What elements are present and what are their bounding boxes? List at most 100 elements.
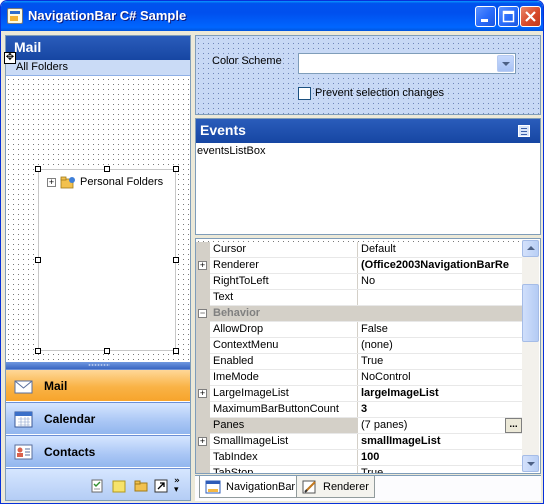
calendar-icon — [14, 411, 33, 427]
property-value[interactable]: largeImageList — [358, 386, 522, 401]
property-name: ContextMenu — [210, 338, 358, 353]
property-value[interactable]: smallImageList — [358, 434, 522, 449]
shortcut-icon[interactable] — [154, 479, 168, 493]
row-gutter — [196, 402, 210, 418]
expand-icon[interactable]: + — [198, 261, 207, 270]
property-row[interactable]: RightToLeft No — [196, 274, 522, 290]
close-button[interactable] — [520, 6, 541, 27]
property-value[interactable]: (Office2003NavigationBarRe — [358, 258, 522, 273]
expand-icon[interactable]: + — [47, 177, 56, 187]
row-gutter — [196, 242, 210, 258]
scroll-up-button[interactable] — [522, 240, 539, 257]
property-value[interactable]: False — [358, 322, 522, 337]
window-title: NavigationBar C# Sample — [28, 8, 187, 23]
contacts-icon — [14, 444, 33, 459]
property-value[interactable]: NoControl — [358, 370, 522, 385]
property-value[interactable]: (7 panes) — [358, 418, 522, 433]
property-value[interactable]: No — [358, 274, 522, 289]
property-value[interactable]: True — [358, 354, 522, 369]
color-scheme-dropdown[interactable] — [298, 53, 516, 74]
folder-icon[interactable] — [134, 479, 148, 493]
property-row[interactable]: TabIndex 100 — [196, 450, 522, 466]
property-row[interactable]: ContextMenu (none) — [196, 338, 522, 354]
property-value[interactable] — [358, 290, 522, 305]
row-gutter — [196, 466, 210, 473]
minimize-button[interactable] — [475, 6, 496, 27]
row-gutter: + — [196, 434, 210, 450]
maximize-button[interactable] — [498, 6, 519, 27]
navigation-bar: Mail All Folders ✥ + Personal Folders Ma… — [4, 35, 191, 501]
property-row[interactable]: + Renderer (Office2003NavigationBarRe — [196, 258, 522, 274]
renderer-icon — [302, 480, 316, 493]
tab-navigationbar[interactable]: NavigationBar — [199, 476, 302, 498]
property-value[interactable]: 100 — [358, 450, 522, 465]
tasks-icon[interactable] — [90, 479, 104, 493]
notes-icon[interactable] — [112, 479, 126, 493]
property-row[interactable]: ImeMode NoControl — [196, 370, 522, 386]
property-row[interactable]: TabStop True — [196, 466, 522, 473]
tree-item-label: Personal Folders — [80, 176, 164, 188]
row-gutter: − — [196, 306, 210, 322]
events-listbox[interactable]: eventsListBox — [197, 145, 265, 157]
row-gutter — [196, 370, 210, 386]
property-name: LargeImageList — [210, 386, 358, 401]
move-handle-icon[interactable]: ✥ — [4, 52, 16, 64]
resize-handle[interactable] — [173, 166, 179, 172]
color-scheme-panel: Color Scheme Prevent selection changes — [195, 35, 541, 115]
expand-icon[interactable]: + — [198, 437, 207, 446]
resize-handle[interactable] — [35, 348, 41, 354]
resize-handle[interactable] — [173, 257, 179, 263]
property-category[interactable]: − Behavior — [196, 306, 522, 322]
resize-handle[interactable] — [104, 166, 110, 172]
category-label: Behavior — [210, 306, 358, 321]
property-row[interactable]: + SmallImageList smallImageList — [196, 434, 522, 450]
prevent-selection-label[interactable]: Prevent selection changes — [315, 87, 444, 99]
row-gutter — [196, 274, 210, 290]
vertical-scrollbar[interactable] — [522, 240, 539, 472]
property-row[interactable]: + LargeImageList largeImageList — [196, 386, 522, 402]
property-row[interactable]: Cursor Default — [196, 242, 522, 258]
property-row[interactable]: Enabled True — [196, 354, 522, 370]
chevron-down-icon[interactable] — [497, 55, 514, 72]
nav-button-mail[interactable]: Mail — [6, 369, 190, 401]
collapse-icon[interactable]: − — [198, 309, 207, 318]
tree-item[interactable]: + Personal Folders — [47, 174, 163, 190]
scroll-down-button[interactable] — [522, 455, 539, 472]
ellipsis-button[interactable]: ... — [505, 418, 522, 433]
property-name: AllowDrop — [210, 322, 358, 337]
expand-icon[interactable]: + — [198, 389, 207, 398]
property-value[interactable]: 3 — [358, 402, 522, 417]
nav-overflow-bar: » ▾ — [6, 468, 190, 500]
property-value[interactable]: Default — [358, 242, 522, 257]
resize-handle[interactable] — [35, 166, 41, 172]
property-row[interactable]: Panes (7 panes)... — [196, 418, 522, 434]
title-bar[interactable]: NavigationBar C# Sample — [1, 1, 543, 31]
resize-handle[interactable] — [104, 348, 110, 354]
property-row[interactable]: Text — [196, 290, 522, 306]
scroll-thumb[interactable] — [522, 284, 539, 342]
property-name: Cursor — [210, 242, 358, 257]
property-name: Enabled — [210, 354, 358, 369]
nav-button-contacts[interactable]: Contacts — [6, 435, 190, 467]
tab-renderer[interactable]: Renderer — [296, 476, 375, 498]
resize-handle[interactable] — [173, 348, 179, 354]
property-row[interactable]: AllowDrop False — [196, 322, 522, 338]
row-gutter — [196, 338, 210, 354]
nav-button-label: Contacts — [44, 444, 96, 459]
nav-pane-body: + Personal Folders — [6, 77, 190, 362]
property-row[interactable]: MaximumBarButtonCount 3 — [196, 402, 522, 418]
nav-subheader: All Folders — [6, 60, 190, 76]
nav-button-calendar[interactable]: Calendar — [6, 402, 190, 434]
folder-tree[interactable]: + Personal Folders — [38, 169, 176, 351]
resize-handle[interactable] — [35, 257, 41, 263]
category-spacer — [358, 306, 522, 321]
list-icon[interactable] — [518, 125, 530, 137]
pane-splitter[interactable] — [6, 362, 190, 369]
property-value[interactable]: True — [358, 466, 522, 473]
overflow-chevron-icon[interactable]: » ▾ — [174, 477, 180, 495]
nav-button-label: Calendar — [44, 411, 96, 426]
nav-button-label: Mail — [44, 378, 68, 393]
property-value[interactable]: (none) — [358, 338, 522, 353]
navigationbar-icon — [205, 480, 221, 493]
prevent-selection-checkbox[interactable] — [298, 87, 311, 100]
